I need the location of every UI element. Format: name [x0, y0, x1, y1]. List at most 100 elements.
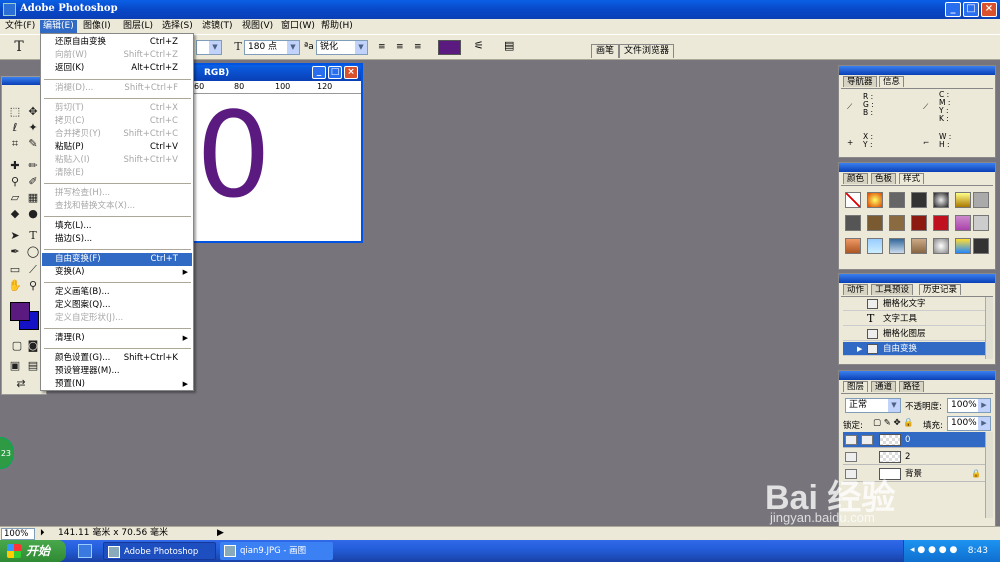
document-window[interactable]: RGB) _ □ × 60 80 100 120 0: [192, 63, 363, 243]
align-right-icon[interactable]: ≡: [414, 42, 422, 52]
style-swatch[interactable]: [889, 192, 905, 208]
quick-launch-icon[interactable]: [78, 544, 92, 558]
magic-wand-icon[interactable]: ✦: [26, 121, 40, 135]
text-color-swatch[interactable]: [438, 40, 461, 55]
menu-image[interactable]: 图像(I): [80, 20, 114, 33]
menu-stroke[interactable]: 描边(S)...: [42, 233, 192, 246]
tab-navigator[interactable]: 导航器: [843, 76, 877, 87]
menu-color-settings[interactable]: 颜色设置(G)... Shift+Ctrl+K: [42, 352, 192, 365]
align-left-icon[interactable]: ≡: [378, 42, 386, 52]
style-none[interactable]: [845, 192, 861, 208]
status-arrow-icon[interactable]: ▶: [217, 528, 224, 538]
history-item[interactable]: 栅格化文字: [843, 297, 985, 311]
quick-mask-icon[interactable]: ◙: [26, 339, 40, 353]
menu-copy[interactable]: 拷贝(C) Ctrl+C: [42, 115, 192, 128]
style-swatch[interactable]: [933, 238, 949, 254]
style-swatch[interactable]: [911, 215, 927, 231]
slice-tool-icon[interactable]: ✎: [26, 137, 40, 151]
menu-filter[interactable]: 滤镜(T): [199, 20, 236, 33]
history-item-selected[interactable]: ▶ 自由变换: [843, 342, 985, 356]
shape-tool-icon[interactable]: ◯: [26, 245, 40, 259]
menu-define-brush[interactable]: 定义画笔(B)...: [42, 286, 192, 299]
menu-window[interactable]: 窗口(W): [278, 20, 318, 33]
tab-color[interactable]: 颜色: [843, 173, 869, 184]
healing-brush-icon[interactable]: ✚: [8, 159, 22, 173]
zoom-field[interactable]: 100%: [1, 528, 35, 540]
menu-step-forward[interactable]: 向前(W) Shift+Ctrl+Z: [42, 49, 192, 62]
palettes-icon[interactable]: ▤: [504, 39, 514, 52]
menu-step-backward[interactable]: 返回(K) Alt+Ctrl+Z: [42, 62, 192, 75]
tab-swatches[interactable]: 色板: [871, 173, 897, 184]
zoom-tool-icon[interactable]: ⚲: [26, 279, 40, 293]
style-swatch[interactable]: [911, 238, 927, 254]
task-photoshop[interactable]: Adobe Photoshop: [103, 542, 216, 560]
tab-tool-presets[interactable]: 工具预设: [871, 284, 914, 295]
close-button[interactable]: ×: [981, 2, 997, 17]
menu-clear[interactable]: 清除(E): [42, 167, 192, 180]
lasso-tool-icon[interactable]: ℓ: [8, 121, 22, 135]
menu-help[interactable]: 帮助(H): [318, 20, 356, 33]
crop-tool-icon[interactable]: ⌗: [8, 137, 22, 151]
text-tool-icon[interactable]: T: [12, 40, 26, 54]
notes-tool-icon[interactable]: ▭: [8, 263, 22, 277]
tab-layers[interactable]: 图层: [843, 381, 869, 392]
task-paint[interactable]: qian9.JPG - 画图: [220, 542, 333, 560]
style-swatch[interactable]: [889, 238, 905, 254]
menu-copy-merged[interactable]: 合并拷贝(Y) Shift+Ctrl+C: [42, 128, 192, 141]
lock-icons[interactable]: ▢ ✎ ✥ 🔒: [873, 418, 914, 428]
menu-layer[interactable]: 图层(L): [120, 20, 156, 33]
pen-tool-icon[interactable]: ✒: [8, 245, 22, 259]
history-item[interactable]: 栅格化图层: [843, 327, 985, 341]
style-swatch[interactable]: [955, 238, 971, 254]
menu-fade[interactable]: 消褪(D)... Shift+Ctrl+F: [42, 82, 192, 95]
menu-free-transform[interactable]: 自由变换(F) Ctrl+T: [42, 253, 192, 266]
anti-alias-select[interactable]: 锐化 ▼: [316, 40, 368, 55]
style-swatch[interactable]: [973, 192, 989, 208]
gradient-tool-icon[interactable]: ▦: [26, 191, 40, 205]
style-swatch[interactable]: [911, 192, 927, 208]
blur-tool-icon[interactable]: ◆: [8, 207, 22, 221]
marquee-tool-icon[interactable]: ⬚: [8, 105, 22, 119]
tab-channels[interactable]: 通道: [871, 381, 897, 392]
style-swatch[interactable]: [955, 192, 971, 208]
menu-define-custom-shape[interactable]: 定义自定形状(J)...: [42, 312, 192, 325]
style-swatch[interactable]: [933, 192, 949, 208]
history-brush-icon[interactable]: ✐: [26, 175, 40, 189]
style-swatch[interactable]: [845, 238, 861, 254]
opacity-input[interactable]: 100% ▶: [947, 398, 991, 413]
eraser-tool-icon[interactable]: ▱: [8, 191, 22, 205]
brush-tool-icon[interactable]: ✏: [26, 159, 40, 173]
notification-badge[interactable]: 23: [0, 437, 14, 469]
layers-scrollbar[interactable]: [985, 432, 993, 518]
doc-minimize-button[interactable]: _: [312, 66, 326, 79]
menu-edit[interactable]: 编辑(E): [40, 20, 77, 33]
menu-preferences[interactable]: 预置(N) ▶: [42, 378, 192, 391]
menu-paste[interactable]: 粘贴(P) Ctrl+V: [42, 141, 192, 154]
style-swatch[interactable]: [973, 215, 989, 231]
path-select-icon[interactable]: ➤: [8, 229, 22, 243]
menu-define-pattern[interactable]: 定义图案(Q)...: [42, 299, 192, 312]
menu-preset-manager[interactable]: 预设管理器(M)...: [42, 365, 192, 378]
jump-to-imageready-icon[interactable]: ⇄: [14, 377, 28, 391]
history-item[interactable]: T 文字工具: [843, 312, 985, 326]
menu-file[interactable]: 文件(F): [2, 20, 38, 33]
maximize-button[interactable]: □: [963, 2, 979, 17]
menu-find-replace[interactable]: 查找和替换文本(X)...: [42, 200, 192, 213]
menu-transform[interactable]: 变换(A) ▶: [42, 266, 192, 279]
blend-mode-select[interactable]: 正常 ▼: [845, 398, 901, 413]
eyedropper-icon[interactable]: ⟋: [26, 263, 40, 277]
layer-row-selected[interactable]: 0: [843, 432, 985, 448]
stamp-tool-icon[interactable]: ⚲: [8, 175, 22, 189]
warp-text-icon[interactable]: ⚟: [474, 39, 484, 52]
foreground-color-swatch[interactable]: [10, 302, 30, 321]
menu-cut[interactable]: 剪切(T) Ctrl+X: [42, 102, 192, 115]
menu-select[interactable]: 选择(S): [159, 20, 196, 33]
tab-paths[interactable]: 路径: [899, 381, 925, 392]
menu-fill[interactable]: 填充(L)...: [42, 220, 192, 233]
style-swatch[interactable]: [955, 215, 971, 231]
start-button[interactable]: 开始: [0, 540, 66, 562]
menu-paste-into[interactable]: 粘贴入(I) Shift+Ctrl+V: [42, 154, 192, 167]
tab-actions[interactable]: 动作: [843, 284, 869, 295]
history-scrollbar[interactable]: [985, 297, 993, 359]
tab-styles[interactable]: 样式: [899, 173, 925, 184]
